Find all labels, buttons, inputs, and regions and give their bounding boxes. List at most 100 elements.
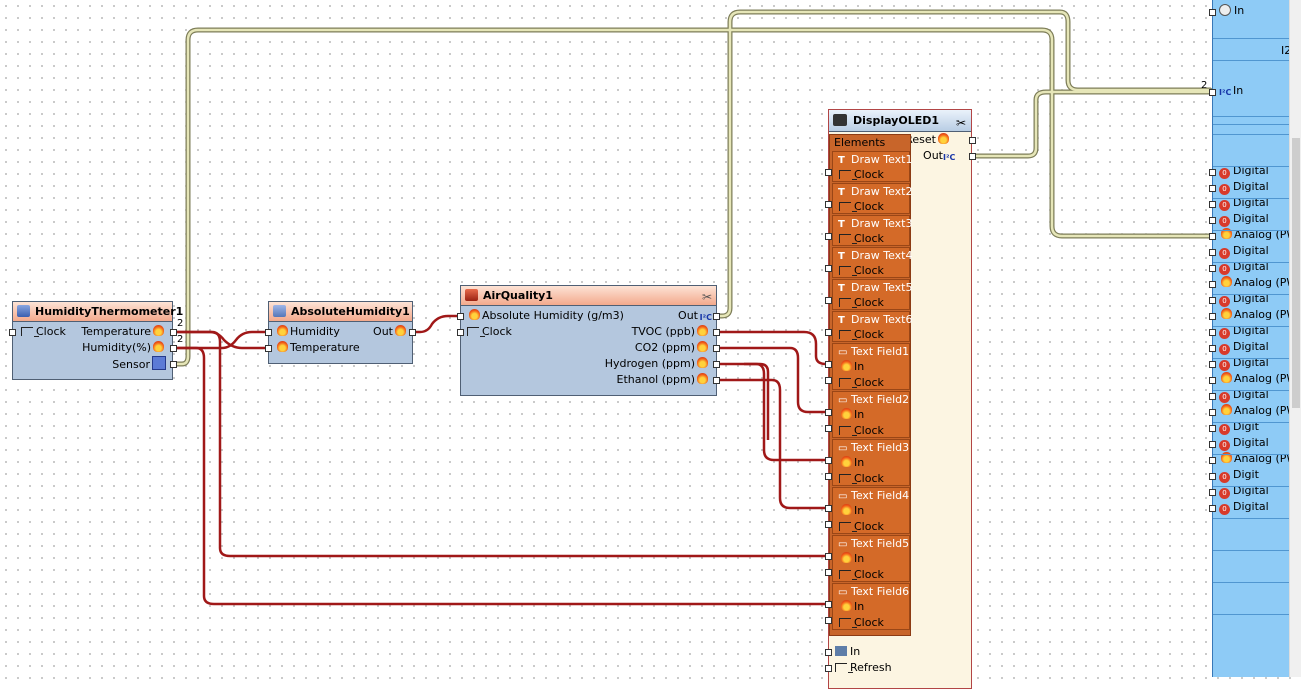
out-pin[interactable]: Out [373, 324, 408, 340]
element-pin-connector[interactable] [825, 377, 832, 384]
in-pin[interactable]: In [835, 645, 860, 658]
element-item[interactable]: ▭ Text Field5 In Clock [832, 535, 910, 582]
board-pin-connector[interactable] [1209, 425, 1216, 432]
humidity-pin-connector[interactable] [170, 345, 177, 352]
humidity-thermometer-header[interactable]: HumidityThermometer1 [13, 302, 183, 322]
board-pin[interactable]: 0 Digital [1219, 340, 1269, 355]
clock-connector[interactable] [457, 329, 464, 336]
clock-pin[interactable]: Clock [839, 615, 884, 630]
temperature-pin[interactable]: Temperature [81, 324, 166, 340]
board-pin-connector[interactable] [1209, 377, 1216, 384]
clock-pin[interactable]: Clock [21, 324, 66, 340]
elements-list[interactable]: Elements T Draw Text1 Clock T Draw Text2 Cloc… [829, 134, 912, 636]
board-pin[interactable]: Analog (PW [1219, 276, 1290, 289]
board-pin-connector[interactable] [1209, 217, 1216, 224]
humidity-input-connector[interactable] [265, 329, 272, 336]
absolute-humidity-header[interactable]: AbsoluteHumidity1 [269, 302, 412, 322]
element-pin-connector[interactable] [825, 409, 832, 416]
board-pin-connector[interactable] [1209, 489, 1216, 496]
in-pin[interactable]: In [839, 599, 864, 614]
clock-pin[interactable]: Clock [839, 567, 884, 582]
humidity-pin[interactable]: Humidity(%) [82, 340, 166, 356]
clock-pin[interactable]: Clock [839, 423, 884, 438]
board-pin-connector[interactable] [1209, 457, 1216, 464]
temperature-input-pin[interactable]: Temperature [275, 340, 360, 356]
board-pin-connector[interactable] [1209, 313, 1216, 320]
in-pin[interactable]: In [839, 551, 864, 566]
element-item[interactable]: T Draw Text6 Clock [832, 311, 912, 342]
element-pin-connector[interactable] [825, 233, 832, 240]
element-item[interactable]: T Draw Text1 Clock [832, 151, 912, 182]
element-item[interactable]: ▭ Text Field6 In Clock [832, 583, 910, 630]
element-item[interactable]: T Draw Text4 Clock [832, 247, 912, 278]
board-i2c-connector[interactable] [1209, 89, 1216, 96]
board-pin-connector[interactable] [1209, 505, 1216, 512]
element-pin-connector[interactable] [825, 201, 832, 208]
element-pin-connector[interactable] [825, 521, 832, 528]
element-pin-connector[interactable] [825, 297, 832, 304]
board-pin[interactable]: 0 Digital [1219, 500, 1269, 515]
board-pin-connector[interactable] [1209, 249, 1216, 256]
clock-pin[interactable]: Clock [467, 324, 512, 340]
board-top-in-connector[interactable] [1209, 9, 1216, 16]
oled-refresh-connector[interactable] [825, 665, 832, 672]
board-pin-connector[interactable] [1209, 297, 1216, 304]
temperature-input-connector[interactable] [265, 345, 272, 352]
board-pin[interactable]: 0 Digital [1219, 180, 1269, 195]
board-pin-connector[interactable] [1209, 393, 1216, 400]
board-pin-connector[interactable] [1209, 201, 1216, 208]
absolute-humidity-component[interactable]: AbsoluteHumidity1 Humidity Temperature O… [268, 301, 413, 364]
tvoc-connector[interactable] [713, 329, 720, 336]
element-item[interactable]: T Draw Text3 Clock [832, 215, 912, 246]
absolute-humidity-connector[interactable] [457, 313, 464, 320]
clock-pin[interactable]: Clock [839, 375, 884, 390]
board-pin-connector[interactable] [1209, 233, 1216, 240]
in-pin[interactable]: In [839, 455, 864, 470]
element-pin-connector[interactable] [825, 329, 832, 336]
board-pin-connector[interactable] [1209, 185, 1216, 192]
element-item[interactable]: ▭ Text Field3 In Clock [832, 439, 910, 486]
board-pin[interactable]: 0 Digit [1219, 468, 1259, 483]
element-pin-connector[interactable] [825, 265, 832, 272]
in-pin[interactable]: In [839, 503, 864, 518]
wrench-icon[interactable]: ✂ [956, 113, 966, 134]
sensor-pin[interactable]: Sensor [112, 356, 166, 372]
i2c-out-connector[interactable] [713, 313, 720, 320]
element-pin-connector[interactable] [825, 457, 832, 464]
board-pin[interactable]: Analog (PW [1219, 308, 1290, 321]
element-pin-connector[interactable] [825, 569, 832, 576]
element-item[interactable]: ▭ Text Field4 In Clock [832, 487, 910, 534]
board-pin-connector[interactable] [1209, 441, 1216, 448]
element-pin-connector[interactable] [825, 617, 832, 624]
element-item[interactable]: T Draw Text5 Clock [832, 279, 912, 310]
hydrogen-pin[interactable]: Hydrogen (ppm) [605, 356, 710, 372]
clock-pin[interactable]: Clock [839, 167, 884, 182]
element-pin-connector[interactable] [825, 169, 832, 176]
vertical-scrollbar[interactable] [1289, 0, 1301, 677]
hydrogen-connector[interactable] [713, 361, 720, 368]
in-pin[interactable]: In [839, 407, 864, 422]
co2-connector[interactable] [713, 345, 720, 352]
board-pin-connector[interactable] [1209, 409, 1216, 416]
board-pins-panel[interactable]: In I2 I²CIn 0Digital0Digital0Digital0Dig… [1212, 0, 1290, 677]
clock-pin[interactable]: Clock [839, 471, 884, 486]
temperature-pin-connector[interactable] [170, 329, 177, 336]
i2c-out-pin[interactable]: OutI²C [923, 149, 957, 164]
co2-pin[interactable]: CO2 (ppm) [635, 340, 710, 356]
board-pin[interactable]: 0 Digital [1219, 244, 1269, 259]
board-pin-connector[interactable] [1209, 265, 1216, 272]
element-pin-connector[interactable] [825, 473, 832, 480]
board-top-in-pin[interactable]: In [1219, 4, 1244, 17]
ethanol-pin[interactable]: Ethanol (ppm) [617, 372, 711, 388]
board-pin[interactable]: Analog (PW [1219, 404, 1290, 417]
out-connector[interactable] [409, 329, 416, 336]
board-pin-connector[interactable] [1209, 361, 1216, 368]
clock-pin-connector[interactable] [9, 329, 16, 336]
element-item[interactable]: ▭ Text Field2 In Clock [832, 391, 910, 438]
clock-pin[interactable]: Clock [839, 231, 884, 246]
reset-connector[interactable] [969, 137, 976, 144]
board-pin-connector[interactable] [1209, 169, 1216, 176]
board-pin-connector[interactable] [1209, 281, 1216, 288]
i2c-out-pin[interactable]: OutI²C [678, 308, 712, 324]
absolute-humidity-pin[interactable]: Absolute Humidity (g/m3) [467, 308, 624, 324]
